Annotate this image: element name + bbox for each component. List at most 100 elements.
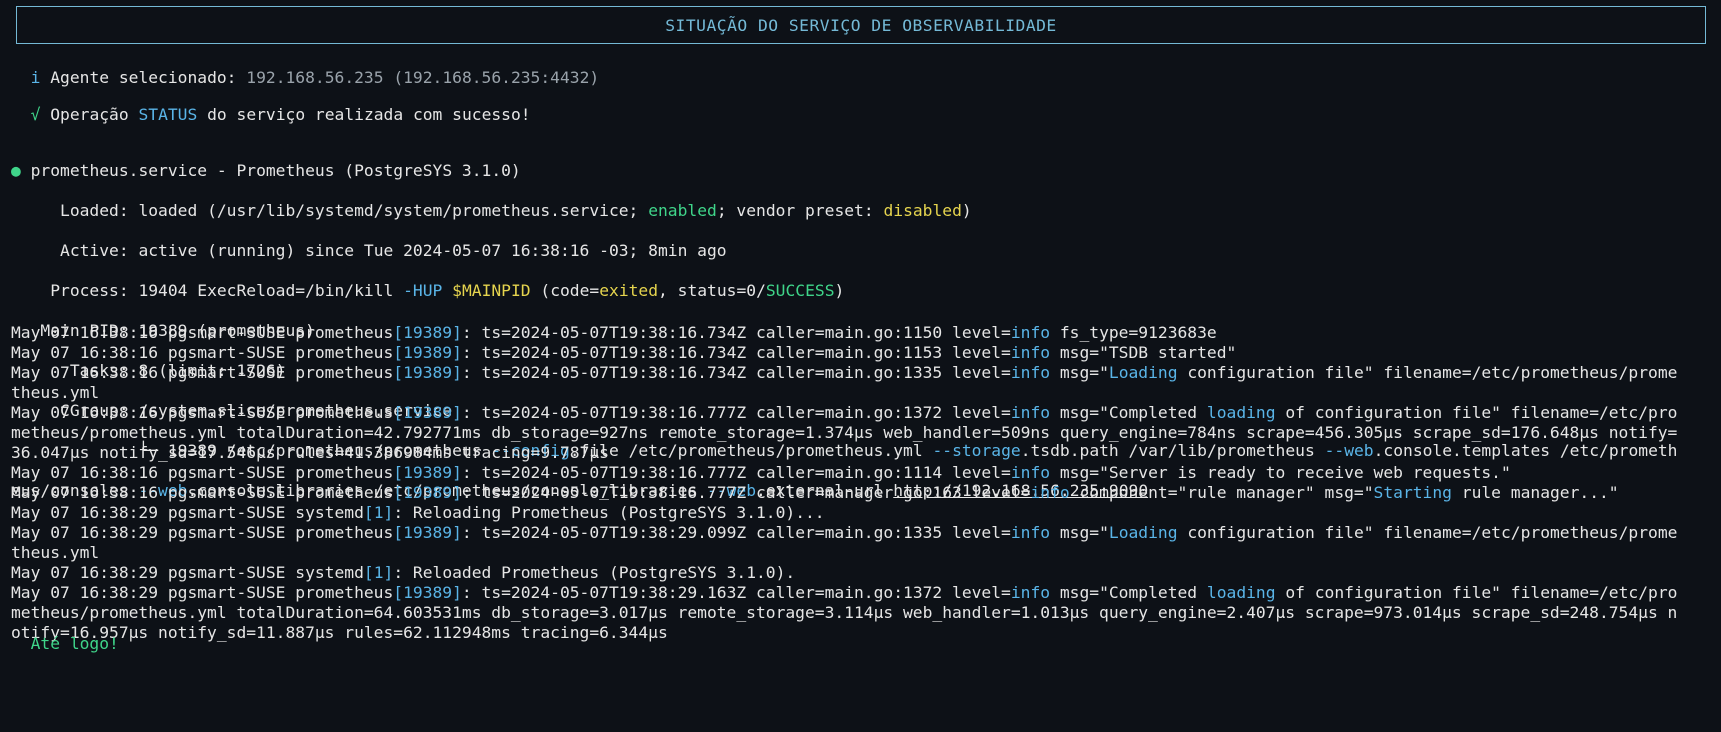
loaded-value: loaded (/usr/lib/systemd/system/promethe… bbox=[138, 201, 639, 220]
code-label: (code= bbox=[540, 281, 600, 300]
log-prefix: May 07 16:38:16 pgsmart-SUSE prometheus bbox=[11, 483, 394, 502]
log-msg: msg="Completed bbox=[1050, 403, 1207, 422]
log-pid: [19389] bbox=[393, 583, 462, 602]
log-body: : ts=2024-05-07T19:38:16.734Z caller=mai… bbox=[461, 323, 1011, 342]
log-body: : ts=2024-05-07T19:38:16.734Z caller=mai… bbox=[461, 343, 1011, 362]
active-label: Active: bbox=[60, 241, 129, 260]
log-body: : ts=2024-05-07T19:38:16.777Z caller=mai… bbox=[461, 403, 1011, 422]
log-prefix: May 07 16:38:16 pgsmart-SUSE prometheus bbox=[11, 363, 394, 382]
log-keyword: loading bbox=[1206, 403, 1276, 422]
check-icon: √ bbox=[30, 105, 41, 124]
log-keyword: Loading bbox=[1108, 363, 1178, 382]
status-dot-icon: ● bbox=[11, 161, 21, 180]
log-body: : ts=2024-05-07T19:38:16.777Z caller=man… bbox=[461, 483, 1031, 502]
hup-flag: -HUP bbox=[403, 281, 443, 300]
process-label: Process: bbox=[50, 281, 129, 300]
log-body: : Reloaded Prometheus (PostgreSYS 3.1.0)… bbox=[393, 563, 796, 582]
log-line: otify=16.957µs notify_sd=11.887µs rules=… bbox=[11, 623, 1677, 643]
log-line: May 07 16:38:29 pgsmart-SUSE systemd[1]:… bbox=[11, 503, 1677, 523]
log-prefix: May 07 16:38:29 pgsmart-SUSE prometheus bbox=[11, 523, 394, 542]
loaded-close: ) bbox=[961, 201, 972, 220]
log-body: : ts=2024-05-07T19:38:29.099Z caller=mai… bbox=[461, 523, 1011, 542]
log-level: info bbox=[1010, 523, 1051, 542]
log-msg: fs_type=9123683e bbox=[1050, 323, 1217, 342]
log-prefix: May 07 16:38:29 pgsmart-SUSE systemd bbox=[11, 503, 364, 522]
log-body: : Reloading Prometheus (PostgreSYS 3.1.0… bbox=[393, 503, 825, 522]
log-line: May 07 16:38:16 pgsmart-SUSE prometheus[… bbox=[11, 363, 1677, 383]
log-pid: [19389] bbox=[393, 343, 462, 362]
log-continuation: theus.yml bbox=[11, 543, 100, 562]
status-label: , status=0/ bbox=[658, 281, 766, 300]
vendor-preset-label: ; vendor preset: bbox=[716, 201, 874, 220]
operation-action: STATUS bbox=[138, 105, 198, 124]
enabled-state: enabled bbox=[648, 201, 717, 220]
terminal-window: SITUAÇÃO DO SERVIÇO DE OBSERVABILIDADE i… bbox=[0, 0, 1721, 732]
log-prefix: May 07 16:38:16 pgsmart-SUSE prometheus bbox=[11, 403, 394, 422]
log-msg-rest: of configuration file" filename=/etc/pro bbox=[1275, 403, 1678, 422]
mainpid-var: $MAINPID bbox=[452, 281, 531, 300]
log-keyword: Loading bbox=[1108, 523, 1178, 542]
log-msg: msg=" bbox=[1050, 523, 1109, 542]
log-prefix: May 07 16:38:29 pgsmart-SUSE prometheus bbox=[11, 583, 394, 602]
log-msg-rest: of configuration file" filename=/etc/pro bbox=[1275, 583, 1678, 602]
operation-suffix: do serviço realizada com sucesso! bbox=[207, 105, 531, 124]
log-body: : ts=2024-05-07T19:38:16.777Z caller=mai… bbox=[461, 463, 1011, 482]
log-body: : ts=2024-05-07T19:38:16.734Z caller=mai… bbox=[461, 363, 1011, 382]
log-line: May 07 16:38:16 pgsmart-SUSE prometheus[… bbox=[11, 463, 1677, 483]
log-line: May 07 16:38:29 pgsmart-SUSE prometheus[… bbox=[11, 583, 1677, 603]
active-line: Active: active (running) since Tue 2024-… bbox=[11, 241, 1677, 261]
log-level: info bbox=[1030, 483, 1070, 502]
operation-line: √ Operação STATUS do serviço realizada c… bbox=[11, 105, 531, 125]
log-pid: [19389] bbox=[393, 463, 462, 482]
header-box: SITUAÇÃO DO SERVIÇO DE OBSERVABILIDADE bbox=[16, 6, 1706, 44]
log-pid: [19389] bbox=[393, 483, 462, 502]
log-keyword: Starting bbox=[1373, 483, 1452, 502]
log-body: : ts=2024-05-07T19:38:29.163Z caller=mai… bbox=[461, 583, 1011, 602]
log-line: May 07 16:38:16 pgsmart-SUSE prometheus[… bbox=[11, 483, 1677, 503]
service-title-line: ● prometheus.service - Prometheus (Postg… bbox=[11, 161, 1677, 181]
log-continuation: metheus/prometheus.yml totalDuration=42.… bbox=[11, 423, 1678, 442]
log-level: info bbox=[1010, 583, 1051, 602]
agent-label: Agente selecionado: bbox=[50, 68, 237, 87]
log-line: metheus/prometheus.yml totalDuration=64.… bbox=[11, 603, 1677, 623]
log-line: theus.yml bbox=[11, 383, 1677, 403]
log-line: May 07 16:38:29 pgsmart-SUSE systemd[1]:… bbox=[11, 563, 1677, 583]
log-msg: msg="TSDB started" bbox=[1050, 343, 1237, 362]
log-msg: msg="Server is ready to receive web requ… bbox=[1050, 463, 1511, 482]
log-level: info bbox=[1010, 463, 1051, 482]
log-prefix: May 07 16:38:16 pgsmart-SUSE prometheus bbox=[11, 463, 394, 482]
log-msg: component="rule manager" msg=" bbox=[1069, 483, 1374, 502]
log-line: metheus/prometheus.yml totalDuration=42.… bbox=[11, 423, 1677, 443]
log-prefix: May 07 16:38:29 pgsmart-SUSE systemd bbox=[11, 563, 364, 582]
log-continuation: metheus/prometheus.yml totalDuration=64.… bbox=[11, 603, 1678, 622]
log-msg-rest: rule manager..." bbox=[1451, 483, 1619, 502]
log-line: May 07 16:38:16 pgsmart-SUSE prometheus[… bbox=[11, 403, 1677, 423]
process-value: 19404 ExecReload=/bin/kill bbox=[138, 281, 394, 300]
disabled-state: disabled bbox=[883, 201, 962, 220]
log-line: May 07 16:38:16 pgsmart-SUSE prometheus[… bbox=[11, 323, 1677, 343]
journal-log: May 07 16:38:16 pgsmart-SUSE prometheus[… bbox=[11, 323, 1677, 643]
log-continuation: 36.047µs notify_sd=17.546µs rules=41.386… bbox=[11, 443, 609, 462]
loaded-label: Loaded: bbox=[60, 201, 129, 220]
log-level: info bbox=[1010, 323, 1051, 342]
process-line: Process: 19404 ExecReload=/bin/kill -HUP… bbox=[11, 281, 1677, 301]
active-value: active (running) since Tue 2024-05-07 16… bbox=[138, 241, 727, 260]
info-icon: i bbox=[30, 68, 41, 87]
log-pid: [19389] bbox=[393, 363, 462, 382]
operation-prefix: Operação bbox=[50, 105, 129, 124]
process-close: ) bbox=[834, 281, 845, 300]
log-prefix: May 07 16:38:16 pgsmart-SUSE prometheus bbox=[11, 343, 394, 362]
success-state: SUCCESS bbox=[765, 281, 835, 300]
log-level: info bbox=[1010, 343, 1051, 362]
log-msg-rest: configuration file" filename=/etc/promet… bbox=[1177, 523, 1678, 542]
log-keyword: loading bbox=[1206, 583, 1276, 602]
log-pid: [1] bbox=[363, 503, 394, 522]
log-level: info bbox=[1010, 403, 1051, 422]
farewell-line: Até logo! bbox=[11, 634, 119, 654]
log-pid: [19389] bbox=[393, 523, 462, 542]
page-title: SITUAÇÃO DO SERVIÇO DE OBSERVABILIDADE bbox=[665, 15, 1057, 35]
log-pid: [1] bbox=[363, 563, 394, 582]
service-name: prometheus.service - Prometheus (Postgre… bbox=[30, 161, 521, 180]
log-msg: msg="Completed bbox=[1050, 583, 1207, 602]
log-msg-rest: configuration file" filename=/etc/promet… bbox=[1177, 363, 1678, 382]
